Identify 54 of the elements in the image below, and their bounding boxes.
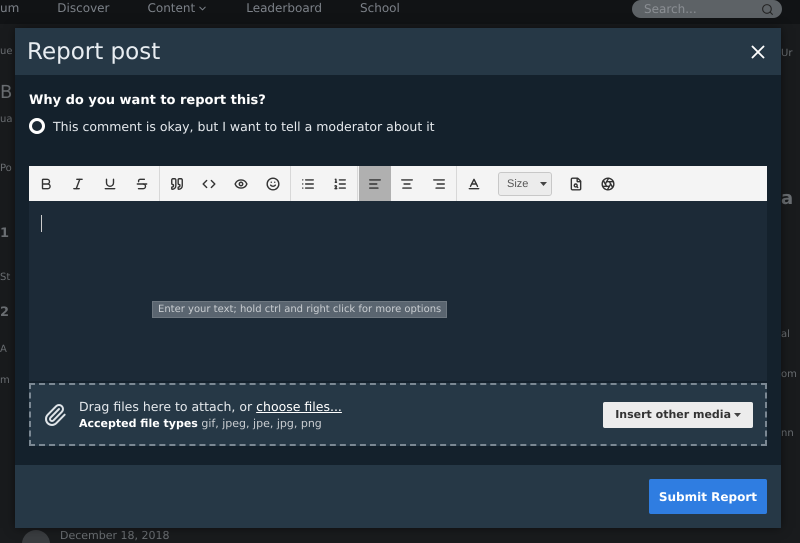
align-left-icon	[368, 176, 382, 190]
numbered-list-icon	[333, 176, 347, 190]
caret-icon	[734, 412, 741, 416]
file-types-text: Accepted file types gif, jpeg, jpe, jpg, png	[79, 417, 323, 430]
background-text: St	[0, 271, 12, 285]
insert-media-button[interactable]: Insert other media	[603, 402, 753, 428]
underline-icon	[103, 176, 117, 190]
nav-item[interactable]: Leaderboard	[246, 1, 322, 15]
background-text: m	[0, 374, 11, 388]
background-text: nn	[781, 427, 795, 441]
background-text: A	[0, 343, 8, 357]
italic-icon	[71, 176, 85, 190]
bold-icon	[39, 176, 53, 190]
attachment-dropzone[interactable]: Drag files here to attach, or choose files... Accepted file types gif, jpeg, jpe, jpg, png Insert other media	[29, 383, 767, 446]
bullet-list-icon	[301, 176, 315, 190]
paperclip-icon	[43, 402, 67, 426]
nav-item[interactable]: Discover	[57, 1, 110, 15]
search-icon	[761, 2, 774, 16]
post-date: December 18, 2018	[60, 529, 170, 542]
background-text: om	[781, 368, 798, 382]
text-cursor	[41, 215, 42, 232]
align-right-icon	[432, 176, 446, 190]
nav-item[interactable]: um	[0, 1, 20, 15]
smiley-icon	[266, 176, 280, 190]
submit-button[interactable]: Submit Report	[648, 479, 767, 514]
text-color-icon	[467, 176, 481, 190]
background-text: Po	[0, 162, 13, 176]
nav-item[interactable]: School	[360, 1, 400, 15]
strikethrough-icon	[135, 176, 149, 190]
radio-button[interactable]	[29, 118, 45, 134]
background-text: 2	[0, 304, 10, 322]
radio-label[interactable]: This comment is okay, but I want to tell a moderator about it	[53, 118, 435, 134]
nav-item[interactable]: Content	[147, 1, 208, 15]
align-left-button[interactable]	[359, 166, 391, 201]
background-text: B	[0, 81, 14, 105]
attach-text: Drag files here to attach, or choose files...	[79, 399, 343, 414]
dialog-title: Report post	[27, 38, 160, 64]
editor-tooltip: Enter your text; hold ctrl and right click for more options	[152, 301, 448, 318]
text-editor[interactable]: Enter your text; hold ctrl and right click for more options	[29, 201, 767, 381]
background-text: ue	[0, 45, 14, 59]
question-label: Why do you want to report this?	[29, 93, 267, 108]
choose-files-link[interactable]: choose files...	[256, 399, 342, 414]
size-dropdown[interactable]: Size	[498, 172, 552, 196]
background-text: 1	[0, 225, 10, 243]
background-text: ua	[0, 113, 14, 127]
caret-icon	[540, 182, 547, 186]
background-text: al	[781, 328, 791, 342]
aperture-icon	[601, 176, 615, 190]
align-center-icon	[400, 176, 414, 190]
preview-icon	[569, 176, 583, 190]
eye-icon	[234, 176, 248, 190]
quote-icon	[170, 176, 184, 190]
background-text: a	[781, 187, 794, 211]
background-text: Ur	[781, 47, 794, 61]
